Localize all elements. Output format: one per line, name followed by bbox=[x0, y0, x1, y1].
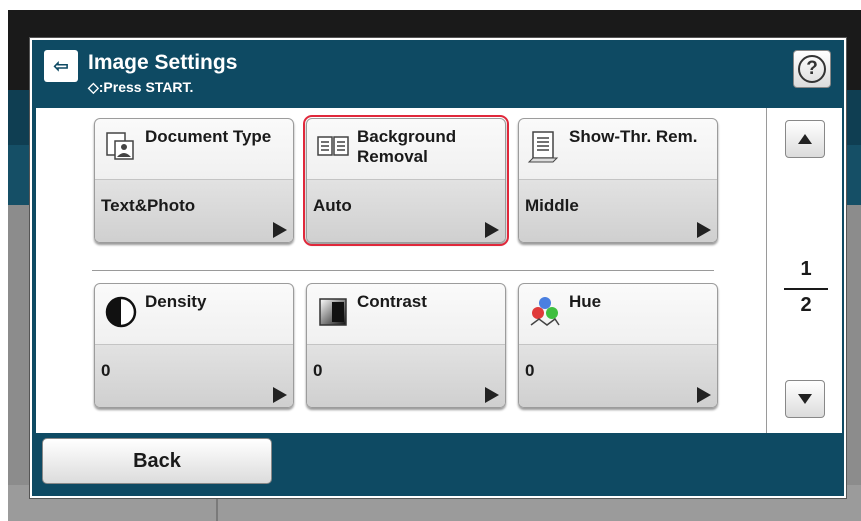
tile-value: Middle bbox=[525, 196, 579, 215]
arrow-right-icon bbox=[485, 222, 499, 238]
arrow-right-icon bbox=[697, 387, 711, 403]
density-icon bbox=[105, 296, 137, 328]
page-subtitle: ◇:Press START. bbox=[88, 79, 194, 95]
image-settings-dialog: ⇦ Image Settings ◇:Press START. ? Docume… bbox=[30, 38, 846, 498]
show-through-removal-button[interactable]: Show-Thr. Rem. Middle bbox=[518, 118, 718, 243]
tile-label: Hue bbox=[569, 292, 602, 311]
tile-label: Document Type bbox=[145, 127, 272, 146]
tile-label: Density bbox=[145, 292, 207, 311]
scroll-up-button[interactable] bbox=[785, 120, 825, 158]
arrow-right-icon bbox=[697, 222, 711, 238]
tile-label: Contrast bbox=[357, 292, 427, 311]
settings-grid: Document Type Text&Photo Background Remo… bbox=[36, 108, 766, 433]
scroll-down-button[interactable] bbox=[785, 380, 825, 418]
tile-value: Auto bbox=[313, 196, 352, 215]
density-button[interactable]: Density 0 bbox=[94, 283, 294, 408]
page-separator bbox=[784, 288, 828, 290]
row-divider bbox=[92, 270, 714, 271]
question-mark-icon: ? bbox=[798, 55, 826, 83]
tile-value: Text&Photo bbox=[101, 196, 196, 215]
document-photo-icon bbox=[106, 132, 134, 160]
settings-panel: Document Type Text&Photo Background Remo… bbox=[36, 108, 842, 433]
tile-value: 0 bbox=[525, 361, 535, 380]
arrow-down-icon bbox=[798, 394, 812, 404]
show-through-icon bbox=[527, 131, 559, 163]
tile-value: 0 bbox=[313, 361, 323, 380]
help-button[interactable]: ? bbox=[793, 50, 831, 88]
hue-button[interactable]: Hue 0 bbox=[518, 283, 718, 408]
tile-label: Show-Thr. Rem. bbox=[569, 127, 698, 146]
hue-icon bbox=[530, 297, 560, 326]
page-total: 2 bbox=[800, 294, 812, 316]
contrast-icon bbox=[319, 298, 347, 326]
arrow-right-icon bbox=[273, 222, 287, 238]
page-title: Image Settings bbox=[88, 51, 238, 74]
arrow-right-icon bbox=[273, 387, 287, 403]
back-button[interactable]: Back bbox=[42, 438, 272, 484]
document-type-button[interactable]: Document Type Text&Photo bbox=[94, 118, 294, 243]
background-removal-icon bbox=[317, 136, 349, 156]
contrast-button[interactable]: Contrast 0 bbox=[306, 283, 506, 408]
page-current: 1 bbox=[800, 258, 812, 280]
background-removal-button[interactable]: Background Removal Auto bbox=[303, 115, 509, 246]
copy-settings-icon: ⇦ bbox=[44, 50, 78, 82]
arrow-up-icon bbox=[798, 134, 812, 144]
tile-value: 0 bbox=[101, 361, 111, 380]
arrow-right-icon bbox=[485, 387, 499, 403]
scroll-divider bbox=[766, 108, 767, 433]
tile-label: Background Removal bbox=[357, 127, 457, 166]
